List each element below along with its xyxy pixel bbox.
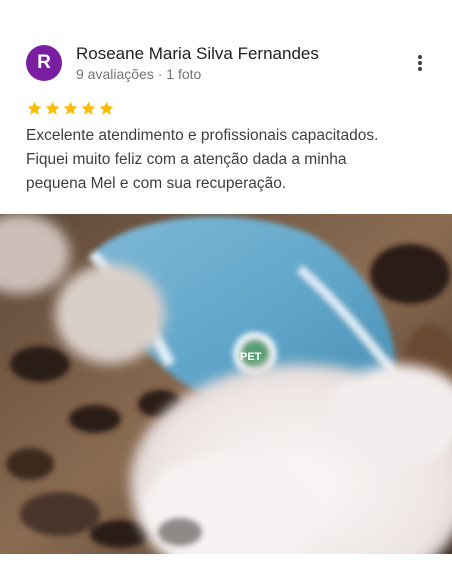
review-line: Fiquei muito feliz com a atenção dada a … bbox=[26, 151, 347, 168]
review-photo[interactable]: PET bbox=[0, 214, 452, 554]
review-line: pequena Mel e com sua recuperação. bbox=[26, 175, 287, 192]
more-options-button[interactable] bbox=[408, 43, 432, 83]
star-icon bbox=[45, 101, 60, 115]
star-icon bbox=[27, 101, 42, 115]
review-card: R Roseane Maria Silva Fernandes 9 avalia… bbox=[0, 0, 452, 576]
star-icon bbox=[99, 101, 114, 115]
review-text: Excelente atendimento e profissionais ca… bbox=[26, 124, 426, 196]
reviewer-stats: 9 avaliações · 1 foto bbox=[76, 65, 202, 82]
star-icon bbox=[81, 101, 96, 115]
reviewer-name[interactable]: Roseane Maria Silva Fernandes bbox=[76, 44, 408, 64]
star-rating bbox=[26, 100, 115, 117]
photo-logo-text: PET bbox=[240, 351, 262, 363]
review-header: R Roseane Maria Silva Fernandes 9 avalia… bbox=[26, 43, 432, 83]
star-icon bbox=[63, 101, 78, 115]
avatar[interactable]: R bbox=[26, 45, 62, 81]
review-photo-image: PET bbox=[0, 214, 452, 554]
review-line: Excelente atendimento e profissionais ca… bbox=[26, 127, 379, 144]
more-vert-icon bbox=[418, 55, 422, 71]
reviewer-info: Roseane Maria Silva Fernandes 9 avaliaçõ… bbox=[76, 44, 408, 83]
